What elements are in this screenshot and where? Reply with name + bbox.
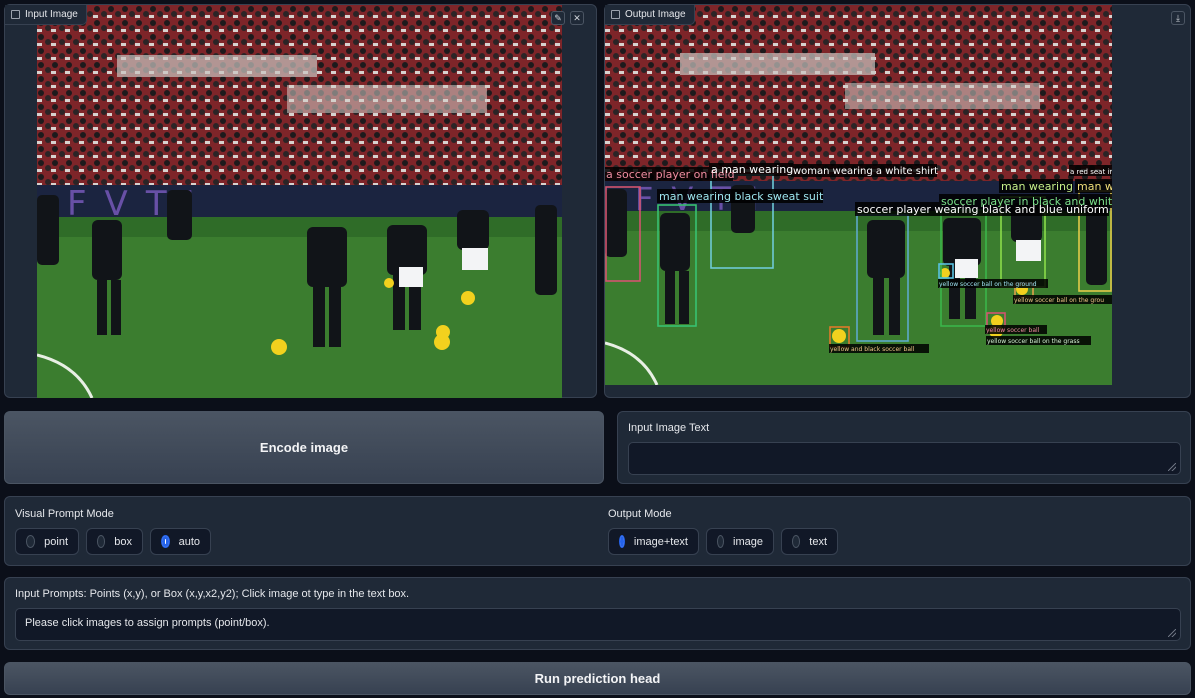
encode-image-button[interactable]: Encode image: [4, 411, 604, 484]
input-image-text-field[interactable]: [628, 442, 1181, 475]
radio-dot: [97, 535, 106, 548]
radio-text[interactable]: text: [781, 528, 838, 555]
pencil-icon[interactable]: ✎: [551, 11, 565, 25]
run-prediction-head-button[interactable]: Run prediction head: [4, 662, 1191, 695]
radio-image-text[interactable]: image+text: [608, 528, 699, 555]
radio-dot-selected: [619, 535, 625, 548]
radio-dot: [26, 535, 36, 548]
input-image[interactable]: FVTI: [37, 5, 562, 398]
output-mode-label: Output Mode: [608, 508, 672, 520]
radio-box[interactable]: box: [86, 528, 143, 555]
radio-dot: [717, 535, 725, 548]
annotation-label: yellow soccer ball on the grass: [987, 338, 1080, 345]
output-mode-group: image+text image text: [608, 528, 848, 556]
annotation-label: yellow and black soccer ball: [830, 346, 915, 353]
image-icon: [611, 10, 620, 19]
annotation-label: woman wearing a white shirt: [793, 166, 938, 177]
input-prompts-field[interactable]: Please click images to assign prompts (p…: [15, 608, 1181, 641]
visual-prompt-mode-group: point box auto: [15, 528, 265, 556]
mode-row-panel: Visual Prompt Mode point box auto Output…: [4, 496, 1191, 566]
image-icon: [11, 10, 20, 19]
radio-point[interactable]: point: [15, 528, 79, 555]
annotation-label: a red seat in: [1070, 168, 1112, 176]
annotation-label: soccer player in black and whit: [941, 195, 1112, 208]
radio-image[interactable]: image: [706, 528, 774, 555]
annotation-label: a man wearing: [711, 163, 793, 176]
annotation-label: yellow soccer ball on the grou: [1014, 297, 1104, 304]
radio-dot-selected: [161, 535, 170, 548]
input-prompts-panel: Input Prompts: Points (x,y), or Box (x,y…: [4, 577, 1191, 650]
output-image: FVTI: [605, 5, 1112, 385]
radio-dot: [792, 535, 801, 548]
download-icon[interactable]: ⤓: [1171, 11, 1185, 25]
input-photo-graphic: FVTI: [37, 5, 562, 398]
input-image-text-panel: Input Image Text: [617, 411, 1191, 484]
resize-handle-icon[interactable]: [1168, 463, 1176, 471]
output-photo-graphic: FVTI: [605, 5, 1112, 385]
annotation-label: yellow soccer ball: [986, 327, 1040, 334]
close-icon[interactable]: ✕: [570, 11, 584, 25]
input-prompts-label: Input Prompts: Points (x,y), or Box (x,y…: [15, 588, 410, 600]
annotation-label: man wearing: [1001, 180, 1073, 193]
annotation-label: man w: [1077, 180, 1112, 193]
input-image-panel[interactable]: Input Image ✎ ✕ FVTI: [4, 4, 597, 398]
visual-prompt-mode-label: Visual Prompt Mode: [15, 508, 114, 520]
annotation-label: man wearing black sweat suit: [659, 190, 824, 203]
resize-handle-icon[interactable]: [1168, 629, 1176, 637]
radio-auto[interactable]: auto: [150, 528, 211, 555]
input-image-text-label: Input Image Text: [628, 422, 710, 434]
output-image-label: Output Image: [605, 5, 695, 25]
output-image-panel: Output Image ⤓ FVTI: [604, 4, 1191, 398]
input-image-label: Input Image: [5, 5, 87, 25]
annotation-label: yellow soccer ball on the ground: [939, 281, 1037, 288]
